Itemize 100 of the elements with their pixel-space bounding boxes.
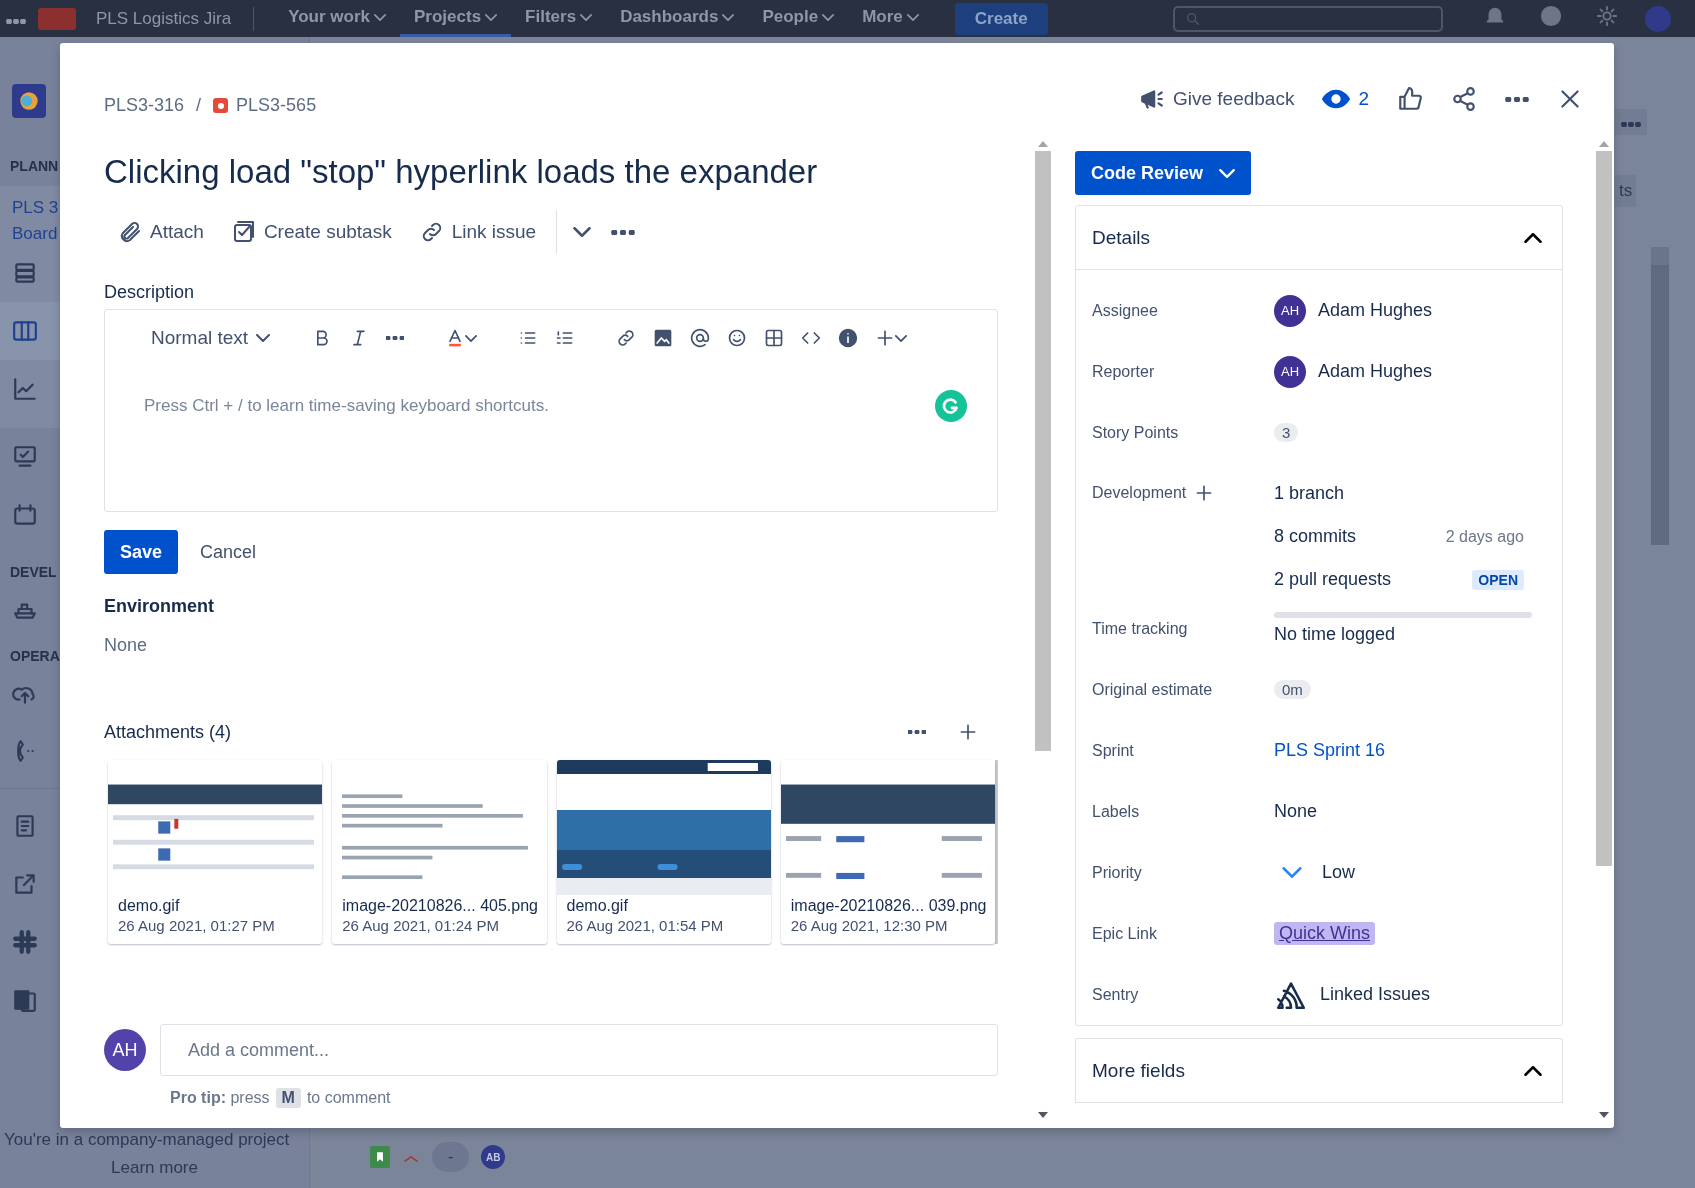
hash-grid-icon xyxy=(12,929,38,955)
user-avatar: AH xyxy=(1274,294,1306,327)
section-label: Attachments (4) xyxy=(104,721,232,743)
nav-item[interactable]: Your work xyxy=(274,0,400,37)
status-dropdown[interactable]: Code Review xyxy=(1075,151,1252,195)
user-name[interactable]: Adam Hughes xyxy=(1318,300,1433,321)
chevron-down-icon xyxy=(722,13,735,21)
more-icon xyxy=(1505,96,1529,102)
estimate-pill: - xyxy=(432,1142,470,1172)
documents-icon xyxy=(12,987,38,1013)
value-badge[interactable]: 0m xyxy=(1274,680,1311,699)
bug-icon xyxy=(213,98,229,113)
issue-title[interactable]: Clicking load "stop" hyperlink loads the expander xyxy=(104,152,998,192)
nav-item[interactable]: Filters xyxy=(511,0,607,37)
sprint-link[interactable]: PLS Sprint 16 xyxy=(1274,740,1386,761)
value-badge[interactable]: 3 xyxy=(1274,423,1299,442)
epic-link[interactable]: Quick Wins xyxy=(1274,922,1375,945)
watch-button[interactable]: 2 xyxy=(1308,81,1383,117)
field-label: Original estimate xyxy=(1092,680,1214,699)
field-label: Sprint xyxy=(1092,741,1135,760)
low-priority-icon xyxy=(1282,867,1302,878)
scrollbar[interactable] xyxy=(1651,247,1669,545)
action-button[interactable]: Link issue xyxy=(405,214,551,250)
comment-field[interactable]: Add a comment... xyxy=(160,1024,998,1076)
file-date: 26 Aug 2021, 01:24 PM xyxy=(341,916,501,936)
development-link[interactable]: 2 pull requests xyxy=(1274,569,1392,590)
table-icon xyxy=(764,328,785,348)
file-date: 26 Aug 2021, 01:54 PM xyxy=(565,916,725,936)
pro-tip-text: Pro tip: press xyxy=(170,1089,270,1107)
thumbs-up-icon xyxy=(1397,86,1423,112)
checkbox-icon xyxy=(231,220,256,244)
chevron-down-icon xyxy=(580,13,593,21)
nav-item[interactable]: People xyxy=(748,0,849,37)
text-style-dropdown[interactable]: Normal text xyxy=(145,326,277,350)
development-link[interactable]: 8 commits xyxy=(1274,526,1357,547)
file-date: 26 Aug 2021, 01:27 PM xyxy=(117,916,276,936)
mention-icon xyxy=(690,328,711,348)
user-name[interactable]: Adam Hughes xyxy=(1318,361,1433,382)
pro-tip-text: to comment xyxy=(306,1089,391,1107)
field-value: Low xyxy=(1322,862,1356,883)
board-icon xyxy=(12,318,38,344)
chevron-down-icon xyxy=(895,334,908,342)
search-field[interactable] xyxy=(1173,5,1443,32)
plus-icon xyxy=(958,722,978,742)
field-label: Labels xyxy=(1092,802,1141,821)
field-label: Story Points xyxy=(1092,423,1180,442)
breadcrumb-link[interactable]: PLS3-565 xyxy=(213,95,317,116)
details-header[interactable]: Details xyxy=(1076,206,1562,270)
emoji-icon xyxy=(727,328,748,348)
breadcrumb-link[interactable]: PLS3-316 xyxy=(104,95,185,116)
attachment-card[interactable]: image-20210826... 405.png 26 Aug 2021, 01:24 PM xyxy=(332,760,547,944)
paperclip-icon xyxy=(118,220,142,244)
section-heading: PLANN xyxy=(9,158,59,174)
attachment-card[interactable]: image-20210826... 039.png 26 Aug 2021, 12:30 PM xyxy=(780,760,995,944)
chevron-up-icon xyxy=(402,1156,420,1162)
monitor-icon xyxy=(12,444,38,470)
keyboard-key: M xyxy=(275,1088,301,1108)
user-avatar: AH xyxy=(104,1029,146,1071)
breadcrumb-separator: / xyxy=(196,95,202,116)
section-label: Environment xyxy=(104,596,215,617)
attachment-card[interactable]: demo.gif 26 Aug 2021, 01:54 PM xyxy=(556,760,771,944)
nav-item[interactable]: Projects xyxy=(400,0,512,37)
field-label: Sentry xyxy=(1092,985,1140,1004)
time-value: No time logged xyxy=(1274,624,1397,645)
file-date: 26 Aug 2021, 12:30 PM xyxy=(789,916,949,936)
chevron-down-icon xyxy=(374,13,386,21)
nav-item[interactable]: Dashboards xyxy=(606,0,749,37)
chevron-up-icon xyxy=(1524,1065,1542,1076)
action-button[interactable]: Attach xyxy=(104,214,218,250)
updated-time: 2 days ago xyxy=(1445,527,1524,546)
status-lozenge: OPEN xyxy=(1472,569,1524,590)
info-icon xyxy=(838,328,859,348)
settings-icon xyxy=(1596,5,1618,27)
environment-value: None xyxy=(104,635,149,656)
field-label: Development xyxy=(1092,484,1187,502)
section-label: Description xyxy=(104,282,196,303)
section-heading: OPERA xyxy=(9,648,60,664)
development-link[interactable]: 1 branch xyxy=(1274,483,1345,504)
field-label: Epic Link xyxy=(1092,924,1158,943)
field-value[interactable]: Linked Issues xyxy=(1320,984,1431,1005)
cancel-button[interactable]: Cancel xyxy=(184,530,273,574)
file-name: demo.gif xyxy=(565,896,629,915)
action-button[interactable]: Create subtask xyxy=(217,214,406,250)
field-label: Time tracking xyxy=(1092,619,1189,638)
app-name[interactable]: PLS Logistics Jira xyxy=(96,8,232,29)
attachment-card[interactable]: demo.gif 26 Aug 2021, 01:27 PM xyxy=(108,760,323,944)
create-button[interactable]: Create xyxy=(954,2,1048,35)
chevron-down-icon xyxy=(256,334,271,342)
nav-item[interactable]: More xyxy=(848,0,933,37)
feedback-button[interactable]: Give feedback xyxy=(1124,82,1309,116)
more-icon xyxy=(1621,122,1641,127)
user-avatar: AH xyxy=(1274,355,1306,388)
app-switcher-icon xyxy=(6,18,26,24)
user-avatar: AB xyxy=(481,1145,506,1169)
chevron-down-icon xyxy=(485,13,498,21)
chevron-down-icon xyxy=(1219,168,1236,178)
description-editor[interactable]: Normal text Press Ctrl + / to learn time-saving keyboard shortcuts. xyxy=(104,309,998,512)
link-icon xyxy=(616,328,637,348)
save-button[interactable]: Save xyxy=(104,530,179,574)
more-fields-header[interactable]: More fields xyxy=(1076,1039,1562,1103)
